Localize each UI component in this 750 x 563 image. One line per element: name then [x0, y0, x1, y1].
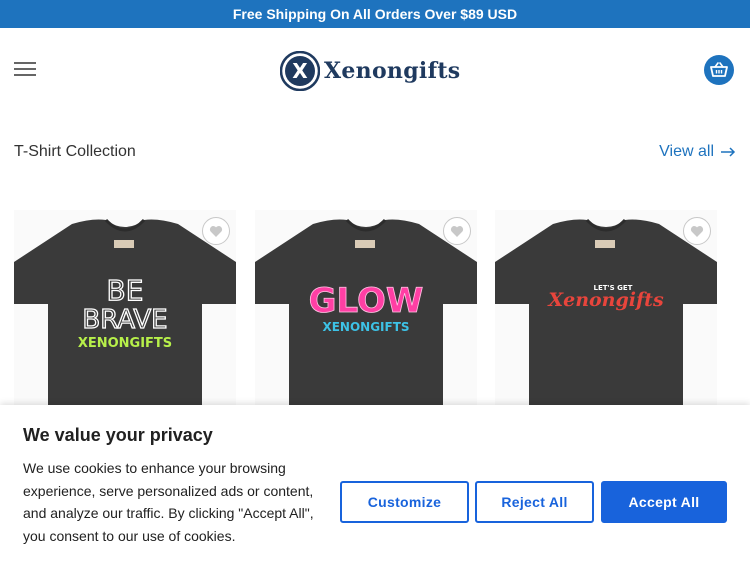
accept-all-button[interactable]: Accept All [601, 481, 727, 523]
wishlist-button[interactable] [443, 217, 471, 245]
design-text: XENONGIFTS [78, 336, 172, 351]
logo-mark-icon: X [280, 51, 320, 91]
basket-icon [710, 62, 728, 77]
design-text: BRAVE [82, 305, 167, 335]
cart-button[interactable] [704, 55, 734, 85]
logo-mark-letter: X [292, 59, 308, 83]
wishlist-button[interactable] [683, 217, 711, 245]
view-all-link[interactable]: View all [659, 143, 736, 161]
hamburger-icon [14, 62, 36, 64]
design-text: GLOW [309, 281, 424, 321]
design-text: XENONGIFTS [322, 320, 409, 334]
heart-icon [690, 225, 704, 237]
design-text: BE [107, 274, 144, 307]
cookie-description: We use cookies to enhance your browsing … [23, 460, 314, 544]
hamburger-menu-button[interactable] [14, 62, 36, 78]
customize-button[interactable]: Customize [340, 481, 469, 523]
view-all-label: View all [659, 143, 714, 160]
cookie-title: We value your privacy [23, 425, 213, 445]
logo-text: Xenongifts [324, 58, 461, 84]
section-title: T-Shirt Collection [14, 143, 136, 160]
design-text: Xenongifts [547, 289, 664, 311]
arrow-right-icon [721, 147, 736, 157]
heart-icon [209, 225, 223, 237]
wishlist-button[interactable] [202, 217, 230, 245]
site-logo[interactable]: X Xenongifts [280, 50, 472, 92]
reject-all-button[interactable]: Reject All [475, 481, 594, 523]
cookie-consent-banner: We value your privacy We use cookies to … [0, 405, 750, 563]
heart-icon [450, 225, 464, 237]
site-header: X Xenongifts [0, 28, 750, 112]
promo-banner: Free Shipping On All Orders Over $89 USD [0, 0, 750, 28]
promo-text: Free Shipping On All Orders Over $89 USD [232, 6, 518, 22]
